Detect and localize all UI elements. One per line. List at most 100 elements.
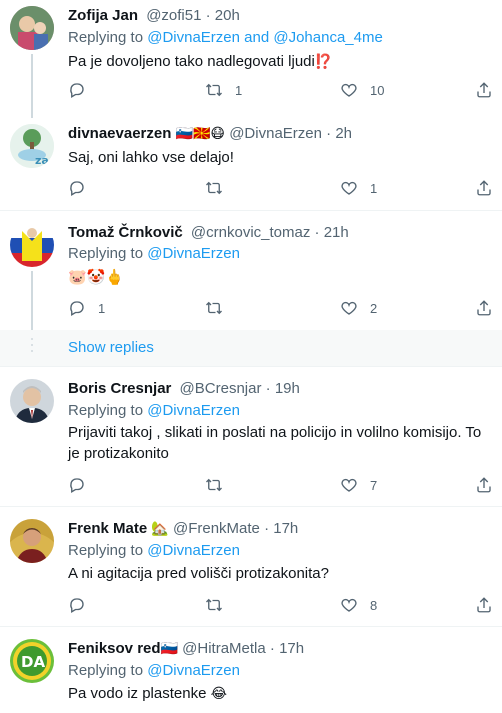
- retweet-button[interactable]: 1: [205, 80, 242, 100]
- replying-label: Replying to: [68, 245, 144, 262]
- mention-link[interactable]: @DivnaErzen: [147, 402, 240, 419]
- tweet-text: 🐷🤡🖕: [68, 268, 125, 286]
- avatar[interactable]: za: [10, 124, 54, 168]
- reply-icon: [70, 181, 84, 196]
- like-button[interactable]: 1: [340, 178, 377, 198]
- interrobang-emoji: ⁉️: [314, 54, 333, 70]
- share-button[interactable]: [475, 475, 493, 495]
- like-icon: [341, 83, 357, 97]
- tweet-actions: 1: [68, 178, 493, 198]
- replying-to: Replying to @DivnaErzen: [68, 401, 240, 421]
- author-name[interactable]: Zofija Jan: [68, 7, 138, 24]
- replying-label: Replying to: [68, 29, 144, 46]
- like-count: 8: [370, 597, 378, 613]
- replying-label: Replying to: [68, 542, 144, 559]
- retweet-count: 1: [235, 82, 243, 98]
- avatar[interactable]: [10, 6, 54, 50]
- reply-icon: [70, 301, 84, 316]
- share-icon: [477, 300, 491, 316]
- author-handle[interactable]: @BCresnjar: [180, 380, 262, 397]
- retweet-button[interactable]: [205, 595, 235, 615]
- like-button[interactable]: 10: [340, 80, 384, 100]
- retweet-icon: [206, 478, 222, 492]
- like-icon: [341, 478, 357, 492]
- avatar[interactable]: [10, 379, 54, 423]
- timestamp[interactable]: 19h: [275, 380, 300, 397]
- like-button[interactable]: 7: [340, 475, 377, 495]
- retweet-button[interactable]: [205, 298, 235, 318]
- author-name[interactable]: Boris Cresnjar: [68, 380, 171, 397]
- retweet-icon: [206, 181, 222, 195]
- replying-to: Replying to @DivnaErzen: [68, 541, 240, 561]
- retweet-icon: [206, 83, 222, 97]
- author-handle[interactable]: @crnkovic_tomaz: [191, 224, 310, 241]
- replying-to: Replying to @DivnaErzen: [68, 244, 240, 264]
- reply-button[interactable]: [68, 80, 98, 100]
- replying-label: Replying to: [68, 402, 144, 419]
- name-emoji: 🏡: [151, 521, 169, 537]
- avatar[interactable]: DA: [10, 639, 54, 683]
- author-handle[interactable]: @DivnaErzen: [229, 125, 322, 142]
- timestamp[interactable]: 2h: [335, 125, 352, 142]
- tweet-boris[interactable]: Boris Cresnjar @BCresnjar · 19h Replying…: [0, 367, 502, 505]
- separator-dot: ·: [269, 640, 275, 657]
- show-replies-row[interactable]: Show replies: [0, 330, 502, 366]
- tweet-actions: 8: [68, 595, 493, 615]
- reply-button[interactable]: 1: [68, 298, 105, 318]
- retweet-button[interactable]: [205, 475, 235, 495]
- laughing-emoji: 😂: [210, 686, 227, 702]
- share-button[interactable]: [475, 178, 493, 198]
- avatar-badge-text: za: [35, 154, 49, 167]
- share-button[interactable]: [475, 80, 493, 100]
- author-name[interactable]: Tomaž Črnkovič: [68, 224, 183, 241]
- avatar[interactable]: [10, 223, 54, 267]
- tweet-actions: 7: [68, 475, 493, 495]
- tweet-divna[interactable]: za divnaevaerzen 🇸🇮🇲🇰😷 @DivnaErzen · 2h …: [0, 118, 502, 210]
- author-handle[interactable]: @HitraMetla: [182, 640, 266, 657]
- share-icon: [477, 180, 491, 196]
- retweet-icon: [206, 598, 222, 612]
- tweet-text: Pa vodo iz plastenke 😂: [68, 683, 493, 705]
- replying-to: Replying to @DivnaErzen: [68, 661, 240, 681]
- share-button[interactable]: [475, 298, 493, 318]
- separator-dot: ·: [326, 125, 332, 142]
- share-button[interactable]: [475, 595, 493, 615]
- tweet-tomaz[interactable]: Tomaž Črnkovič @crnkovic_tomaz · 21h Rep…: [0, 211, 502, 331]
- timestamp[interactable]: 20h: [215, 7, 240, 24]
- reply-count: 1: [98, 300, 106, 316]
- like-button[interactable]: 2: [340, 298, 377, 318]
- reply-icon: [70, 598, 84, 613]
- like-count: 1: [370, 180, 378, 196]
- like-icon: [341, 301, 357, 315]
- tweet-frenk[interactable]: Frenk Mate 🏡 @FrenkMate · 17h Replying t…: [0, 507, 502, 625]
- author-name[interactable]: Frenk Mate: [68, 520, 147, 537]
- reply-button[interactable]: [68, 475, 98, 495]
- mention-link[interactable]: @DivnaErzen: [147, 542, 240, 559]
- avatar-badge-text: DA: [21, 653, 45, 671]
- share-icon: [477, 82, 491, 98]
- reply-button[interactable]: [68, 595, 98, 615]
- timestamp[interactable]: 21h: [324, 224, 349, 241]
- reply-icon: [70, 83, 84, 98]
- timestamp[interactable]: 17h: [279, 640, 304, 657]
- replying-to: Replying to @DivnaErzen and @Johanca_4me: [68, 28, 383, 48]
- like-button[interactable]: 8: [340, 595, 377, 615]
- avatar[interactable]: [10, 519, 54, 563]
- mention-link[interactable]: @DivnaErzen: [147, 662, 240, 679]
- retweet-button[interactable]: [205, 178, 235, 198]
- reply-icon: [70, 478, 84, 493]
- like-icon: [341, 598, 357, 612]
- reply-button[interactable]: [68, 178, 98, 198]
- mention-link[interactable]: @DivnaErzen: [147, 245, 240, 262]
- author-handle[interactable]: @FrenkMate: [173, 520, 260, 537]
- timestamp[interactable]: 17h: [273, 520, 298, 537]
- separator-dot: ·: [314, 224, 320, 241]
- author-handle[interactable]: @zofi51: [146, 7, 201, 24]
- author-name[interactable]: divnaevaerzen: [68, 125, 171, 142]
- tweet-text: Pa je dovoljeno tako nadlegovati ljudi⁉️: [68, 51, 493, 73]
- author-name[interactable]: Feniksov red: [68, 640, 161, 657]
- tweet-feniksov[interactable]: DA Feniksov red🇸🇮 @HitraMetla · 17h Repl…: [0, 627, 502, 713]
- show-replies-link[interactable]: Show replies: [68, 339, 154, 356]
- mention-link[interactable]: @DivnaErzen and @Johanca_4me: [147, 29, 383, 46]
- tweet-zofija[interactable]: Zofija Jan @zofi51 · 20h Replying to @Di…: [0, 0, 502, 118]
